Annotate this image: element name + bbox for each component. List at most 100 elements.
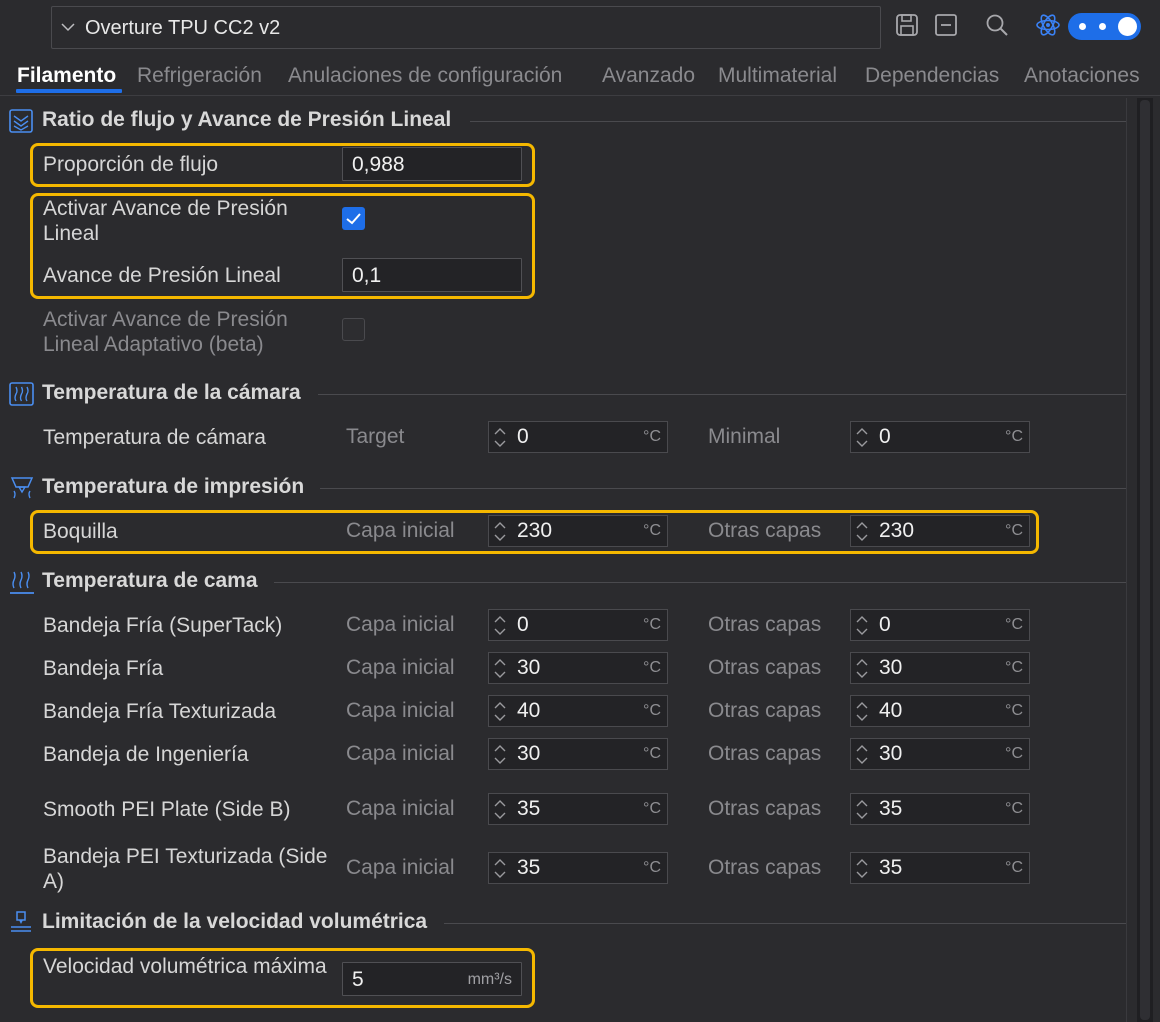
spin-arrows-icon[interactable]	[491, 698, 509, 725]
spin-arrows-icon[interactable]	[491, 612, 509, 639]
spin-arrows-icon[interactable]	[853, 612, 871, 639]
collapse-icon[interactable]	[933, 12, 959, 38]
unit-celsius: °C	[1005, 859, 1023, 876]
section-title: Limitación de la velocidad volumétrica	[42, 910, 428, 933]
bed-initial-input[interactable]: 35 °C	[488, 793, 668, 825]
adaptive-pa-label: Activar Avance de Presión Lineal Adaptat…	[43, 308, 288, 356]
initial-layer-label: Capa inicial	[346, 699, 455, 722]
other-layers-label: Otras capas	[708, 856, 822, 879]
bed-initial-input[interactable]: 35 °C	[488, 852, 668, 884]
unit-celsius: °C	[1005, 800, 1023, 817]
spin-arrows-icon[interactable]	[853, 796, 871, 823]
bed-initial-input[interactable]: 0 °C	[488, 609, 668, 641]
section-title: Temperatura de impresión	[42, 475, 305, 498]
bed-other-value: 30	[879, 742, 903, 765]
section-divider	[274, 582, 1126, 583]
adaptive-pa-checkbox[interactable]	[342, 318, 365, 341]
tab-avanzado[interactable]: Avanzado	[602, 64, 695, 88]
spin-arrows-icon[interactable]	[853, 698, 871, 725]
bed-other-input[interactable]: 35 °C	[850, 852, 1030, 884]
bed-other-input[interactable]: 35 °C	[850, 793, 1030, 825]
unit-celsius: °C	[643, 616, 661, 633]
tab-dependencias[interactable]: Dependencias	[865, 64, 999, 88]
unit-celsius: °C	[1005, 616, 1023, 633]
bed-heat-icon	[10, 571, 34, 594]
spin-arrows-icon[interactable]	[491, 424, 509, 451]
volumetric-speed-icon	[11, 911, 31, 932]
bed-other-input[interactable]: 40 °C	[850, 695, 1030, 727]
toggle-dot	[1079, 23, 1086, 30]
spin-arrows-icon[interactable]	[491, 796, 509, 823]
tab-multimaterial[interactable]: Multimaterial	[718, 64, 837, 88]
bed-plate-label: Bandeja de Ingeniería	[43, 743, 249, 766]
section-divider	[444, 923, 1126, 924]
bed-other-input[interactable]: 30 °C	[850, 738, 1030, 770]
section-print-temp-header: Temperatura de impresión	[8, 473, 1126, 503]
top-bar: Overture TPU CC2 v2	[0, 0, 1160, 56]
section-chamber-header: Temperatura de la cámara	[8, 379, 1126, 409]
active-tab-indicator	[16, 89, 122, 93]
section-volumetric-header: Limitación de la velocidad volumétrica	[8, 908, 1126, 938]
highlight-box	[30, 143, 535, 187]
chamber-minimal-value: 0	[879, 425, 891, 448]
initial-layer-label: Capa inicial	[346, 797, 455, 820]
mode-toggle[interactable]	[1068, 13, 1141, 40]
bed-initial-value: 40	[517, 699, 541, 722]
highlight-box	[30, 193, 535, 299]
section-divider	[470, 121, 1126, 122]
bed-other-value: 30	[879, 656, 903, 679]
bed-initial-input[interactable]: 30 °C	[488, 652, 668, 684]
tab-anotaciones[interactable]: Anotaciones	[1024, 64, 1140, 88]
chevron-down-icon[interactable]	[60, 19, 76, 35]
section-divider	[318, 394, 1126, 395]
section-title: Temperatura de cama	[42, 569, 258, 592]
bed-initial-input[interactable]: 30 °C	[488, 738, 668, 770]
tab-refrigeracion[interactable]: Refrigeración	[137, 64, 262, 88]
flow-ratio-icon	[9, 109, 33, 133]
unit-celsius: °C	[643, 702, 661, 719]
unit-celsius: °C	[1005, 428, 1023, 445]
initial-layer-label: Capa inicial	[346, 613, 455, 636]
unit-celsius: °C	[1005, 745, 1023, 762]
chamber-minimal-input[interactable]: 0 °C	[850, 421, 1030, 453]
other-layers-label: Otras capas	[708, 613, 822, 636]
spin-arrows-icon[interactable]	[853, 424, 871, 451]
scrollbar-thumb[interactable]	[1140, 100, 1150, 1020]
bed-other-value: 40	[879, 699, 903, 722]
tab-filamento[interactable]: Filamento	[17, 64, 116, 88]
section-title: Temperatura de la cámara	[42, 381, 301, 404]
minimal-label: Minimal	[708, 425, 781, 448]
spin-arrows-icon[interactable]	[853, 655, 871, 682]
other-layers-label: Otras capas	[708, 742, 822, 765]
unit-celsius: °C	[643, 428, 661, 445]
bed-plate-label: Smooth PEI Plate (Side B)	[43, 798, 291, 821]
other-layers-label: Otras capas	[708, 797, 822, 820]
tab-bar: Filamento Refrigeración Anulaciones de c…	[0, 58, 1160, 96]
other-layers-label: Otras capas	[708, 656, 822, 679]
spin-arrows-icon[interactable]	[491, 741, 509, 768]
chamber-target-input[interactable]: 0 °C	[488, 421, 668, 453]
bed-plate-label: Bandeja Fría Texturizada	[43, 700, 277, 723]
spin-arrows-icon[interactable]	[491, 855, 509, 882]
bed-other-input[interactable]: 30 °C	[850, 652, 1030, 684]
unit-celsius: °C	[1005, 659, 1023, 676]
tab-anulaciones[interactable]: Anulaciones de configuración	[288, 64, 562, 88]
preset-selector[interactable]: Overture TPU CC2 v2	[51, 6, 881, 49]
spin-arrows-icon[interactable]	[853, 741, 871, 768]
save-icon[interactable]	[894, 12, 920, 38]
atom-icon[interactable]	[1035, 12, 1061, 38]
bed-plate-label: Bandeja PEI Texturizada (Side A)	[43, 845, 328, 893]
highlight-box	[30, 510, 1039, 554]
unit-celsius: °C	[643, 745, 661, 762]
section-divider	[320, 488, 1126, 489]
initial-layer-label: Capa inicial	[346, 856, 455, 879]
bed-other-input[interactable]: 0 °C	[850, 609, 1030, 641]
nozzle-heat-icon	[10, 477, 34, 499]
bed-initial-input[interactable]: 40 °C	[488, 695, 668, 727]
bed-plate-label: Bandeja Fría	[43, 657, 164, 680]
search-icon[interactable]	[984, 12, 1010, 38]
spin-arrows-icon[interactable]	[853, 855, 871, 882]
section-title: Ratio de flujo y Avance de Presión Linea…	[42, 108, 452, 131]
bed-plate-label: Bandeja Fría (SuperTack)	[43, 614, 283, 637]
spin-arrows-icon[interactable]	[491, 655, 509, 682]
